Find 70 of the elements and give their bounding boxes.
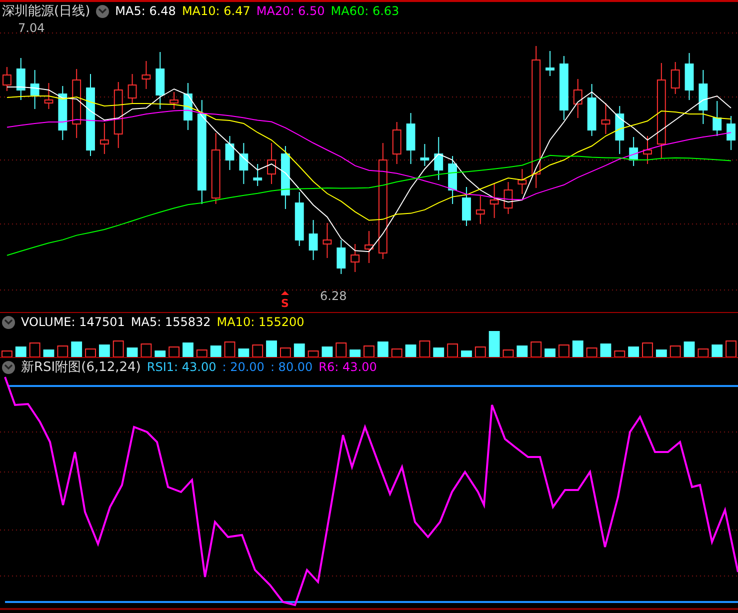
indicator-value: MA60: 6.63 xyxy=(330,4,400,18)
candlestick xyxy=(490,182,499,218)
candlestick xyxy=(406,112,416,164)
candlestick xyxy=(684,52,694,100)
candlestick xyxy=(670,62,680,94)
candlestick xyxy=(239,142,248,184)
candlestick xyxy=(2,66,12,92)
candlestick xyxy=(420,144,430,166)
candlestick xyxy=(142,60,151,90)
candlestick xyxy=(629,136,638,166)
sell-signal-mark: S xyxy=(281,291,289,310)
candlestick xyxy=(587,84,596,136)
candlestick xyxy=(184,82,192,130)
price-label: 6.28 xyxy=(320,289,347,303)
candlestick xyxy=(573,78,582,118)
chart-title: 深圳能源(日线) xyxy=(2,3,90,20)
candlestick xyxy=(712,100,722,136)
candlestick xyxy=(643,136,652,164)
candlestick xyxy=(601,102,610,134)
candlestick xyxy=(350,244,360,272)
candlestick xyxy=(267,142,276,184)
indicator-value: MA10: 6.47 xyxy=(182,4,250,18)
candlestick xyxy=(30,70,40,110)
dropdown-button[interactable] xyxy=(2,316,15,328)
indicator-value: RSI1: 43.00 xyxy=(146,360,216,374)
chevron-icon xyxy=(98,8,108,14)
candlestick xyxy=(44,82,54,110)
indicator-value: R6: 43.00 xyxy=(318,360,377,374)
candlestick xyxy=(546,50,554,76)
candlestick xyxy=(448,156,457,204)
candlestick xyxy=(434,136,444,180)
price-label: 7.04 xyxy=(18,21,45,35)
candlestick xyxy=(364,230,374,264)
candlestick xyxy=(294,192,304,246)
indicator-title: 新RSI附图(6,12,24) xyxy=(21,359,141,376)
candlestick xyxy=(128,74,137,104)
candlestick xyxy=(462,186,471,226)
candlestick xyxy=(170,92,179,110)
indicator-value: MA5: 6.48 xyxy=(115,4,176,18)
candlestick xyxy=(476,196,485,224)
indicator-value: : 80.00 xyxy=(270,360,313,374)
indicator-value: MA20: 6.50 xyxy=(256,4,325,18)
indicator-value: MA10: 155200 xyxy=(216,315,304,329)
candlestick xyxy=(392,122,402,164)
candlestick xyxy=(504,182,513,214)
candlestick xyxy=(281,146,290,210)
indicator-value: VOLUME: 147501 xyxy=(21,315,125,329)
chevron-icon xyxy=(4,319,13,325)
candlestick xyxy=(336,240,346,274)
dropdown-button[interactable] xyxy=(2,360,15,374)
candlestick xyxy=(100,122,109,154)
candlestick xyxy=(211,132,220,204)
candlestick xyxy=(156,52,165,110)
candlestick xyxy=(308,220,318,260)
candlestick xyxy=(615,106,624,154)
indicator-value: MA5: 155832 xyxy=(130,315,211,329)
candlestick xyxy=(698,70,708,124)
candlestick xyxy=(559,56,568,120)
indicator-value: : 20.00 xyxy=(222,360,264,374)
candlestick xyxy=(225,136,234,170)
candlestick xyxy=(253,164,262,186)
candlestick xyxy=(322,222,332,258)
candlestick xyxy=(114,82,123,148)
candlestick xyxy=(16,58,26,100)
chevron-icon xyxy=(4,364,13,370)
candlestick xyxy=(726,116,736,150)
dropdown-button[interactable] xyxy=(96,4,110,18)
candlestick xyxy=(72,68,82,138)
candlestick xyxy=(518,168,527,194)
candlestick xyxy=(58,86,68,140)
